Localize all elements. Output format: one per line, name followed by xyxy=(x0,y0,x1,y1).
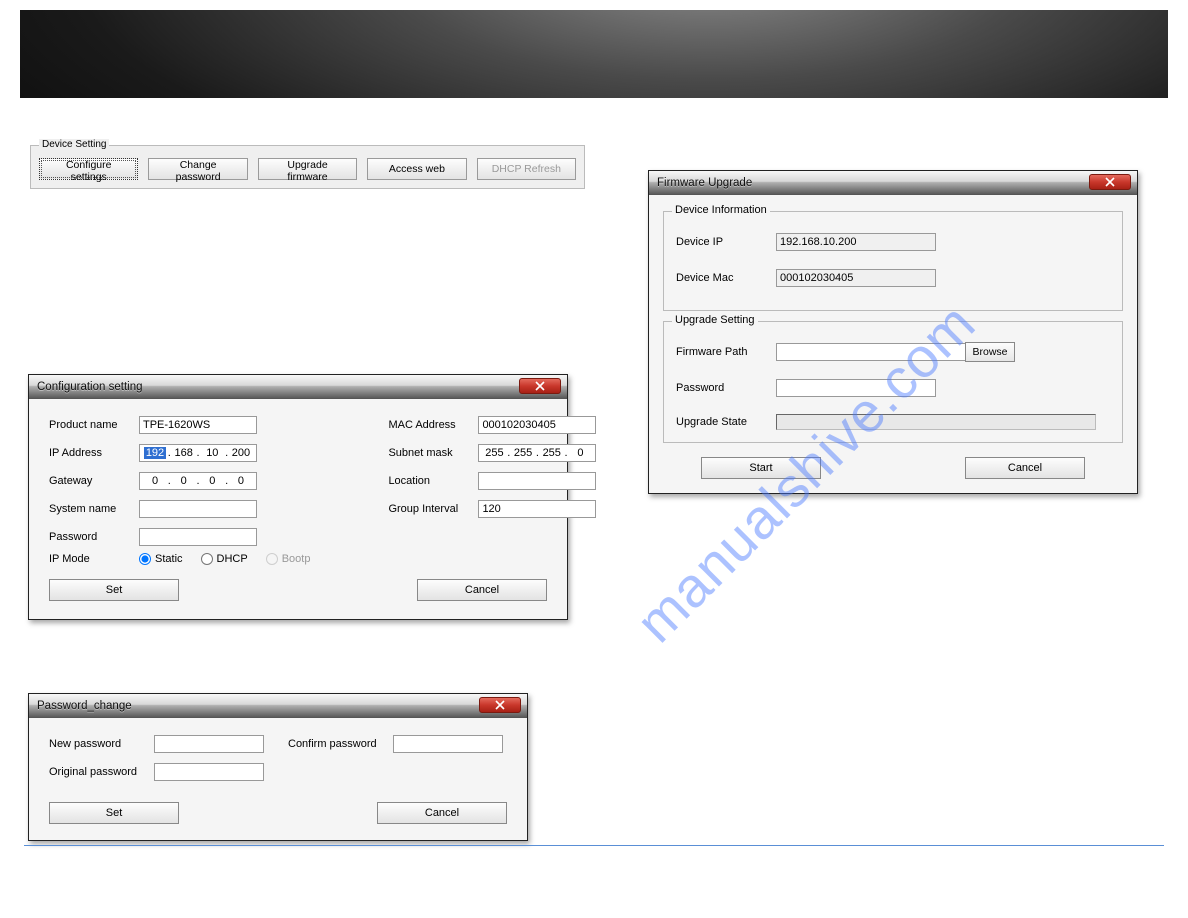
upgrade-state-label: Upgrade State xyxy=(676,416,776,428)
gw-octet-3[interactable]: 0 xyxy=(201,475,223,487)
start-button[interactable]: Start xyxy=(701,457,821,479)
location-label: Location xyxy=(388,475,478,487)
device-information-group: Device Information Device IP 192.168.10.… xyxy=(663,211,1123,311)
upgrade-firmware-button[interactable]: Upgrade firmware xyxy=(258,158,357,180)
close-icon[interactable] xyxy=(519,378,561,394)
fw-titlebar[interactable]: Firmware Upgrade xyxy=(649,171,1137,195)
product-name-input[interactable] xyxy=(139,416,257,434)
set-button[interactable]: Set xyxy=(49,579,179,601)
upgrade-state-progress xyxy=(776,414,1096,430)
configuration-setting-window: Configuration setting Product name IP Ad… xyxy=(28,374,568,620)
group-interval-label: Group Interval xyxy=(388,503,478,515)
fw-password-label: Password xyxy=(676,382,776,394)
ip-octet-2[interactable]: 168 xyxy=(173,447,195,459)
firmware-path-input[interactable] xyxy=(776,343,966,361)
device-ip-field: 192.168.10.200 xyxy=(776,233,936,251)
cancel-button[interactable]: Cancel xyxy=(417,579,547,601)
system-name-label: System name xyxy=(49,503,139,515)
ip-mode-label: IP Mode xyxy=(49,553,139,565)
ip-mode-dhcp-radio[interactable] xyxy=(201,553,213,565)
pw-title: Password_change xyxy=(37,700,132,712)
password-label: Password xyxy=(49,531,139,543)
gateway-label: Gateway xyxy=(49,475,139,487)
gateway-input[interactable]: 0. 0. 0. 0 xyxy=(139,472,257,490)
device-mac-label: Device Mac xyxy=(676,272,776,284)
configure-settings-button[interactable]: Configure settings xyxy=(39,158,138,180)
password-change-window: Password_change New password Original pa… xyxy=(28,693,528,841)
sn-octet-1[interactable]: 255 xyxy=(483,447,505,459)
mac-address-label: MAC Address xyxy=(388,419,478,431)
config-title: Configuration setting xyxy=(37,381,142,393)
browse-button[interactable]: Browse xyxy=(965,342,1015,362)
original-password-label: Original password xyxy=(49,766,154,778)
gw-octet-4[interactable]: 0 xyxy=(230,475,252,487)
subnet-mask-input[interactable]: 255. 255. 255. 0 xyxy=(478,444,596,462)
device-information-legend: Device Information xyxy=(672,204,770,216)
ip-mode-bootp-text: Bootp xyxy=(282,553,311,565)
ip-octet-4[interactable]: 200 xyxy=(230,447,252,459)
firmware-path-label: Firmware Path xyxy=(676,346,776,358)
ip-octet-3[interactable]: 10 xyxy=(201,447,223,459)
cancel-button[interactable]: Cancel xyxy=(965,457,1085,479)
access-web-button[interactable]: Access web xyxy=(367,158,466,180)
confirm-password-label: Confirm password xyxy=(288,738,393,750)
close-icon[interactable] xyxy=(479,697,521,713)
gw-octet-1[interactable]: 0 xyxy=(144,475,166,487)
device-setting-legend: Device Setting xyxy=(39,139,109,150)
new-password-input[interactable] xyxy=(154,735,264,753)
header-banner xyxy=(20,10,1168,98)
ip-mode-bootp-radio xyxy=(266,553,278,565)
ip-mode-static-text: Static xyxy=(155,553,183,565)
subnet-mask-label: Subnet mask xyxy=(388,447,478,459)
sn-octet-3[interactable]: 255 xyxy=(541,447,563,459)
cancel-button[interactable]: Cancel xyxy=(377,802,507,824)
group-interval-input[interactable] xyxy=(478,500,596,518)
firmware-upgrade-window: Firmware Upgrade Device Information Devi… xyxy=(648,170,1138,494)
confirm-password-input[interactable] xyxy=(393,735,503,753)
set-button[interactable]: Set xyxy=(49,802,179,824)
mac-address-input[interactable] xyxy=(478,416,596,434)
ip-mode-dhcp[interactable]: DHCP xyxy=(201,553,248,565)
ip-mode-bootp: Bootp xyxy=(266,553,311,565)
ip-address-input[interactable]: 192. 168. 10. 200 xyxy=(139,444,257,462)
gw-octet-2[interactable]: 0 xyxy=(173,475,195,487)
ip-octet-1[interactable]: 192 xyxy=(144,447,166,459)
product-name-label: Product name xyxy=(49,419,139,431)
password-input[interactable] xyxy=(139,528,257,546)
footer-divider xyxy=(24,845,1164,846)
device-ip-label: Device IP xyxy=(676,236,776,248)
upgrade-setting-group: Upgrade Setting Firmware Path Browse Pas… xyxy=(663,321,1123,443)
fw-title: Firmware Upgrade xyxy=(657,177,752,189)
sn-octet-2[interactable]: 255 xyxy=(512,447,534,459)
device-mac-field: 000102030405 xyxy=(776,269,936,287)
pw-titlebar[interactable]: Password_change xyxy=(29,694,527,718)
location-input[interactable] xyxy=(478,472,596,490)
dhcp-refresh-button[interactable]: DHCP Refresh xyxy=(477,158,576,180)
upgrade-setting-legend: Upgrade Setting xyxy=(672,314,758,326)
change-password-button[interactable]: Change password xyxy=(148,158,247,180)
ip-mode-dhcp-text: DHCP xyxy=(217,553,248,565)
ip-mode-static[interactable]: Static xyxy=(139,553,183,565)
config-titlebar[interactable]: Configuration setting xyxy=(29,375,567,399)
sn-octet-4[interactable]: 0 xyxy=(569,447,591,459)
ip-mode-static-radio[interactable] xyxy=(139,553,151,565)
close-icon[interactable] xyxy=(1089,174,1131,190)
system-name-input[interactable] xyxy=(139,500,257,518)
original-password-input[interactable] xyxy=(154,763,264,781)
device-setting-groupbox: Device Setting Configure settings Change… xyxy=(30,145,585,189)
new-password-label: New password xyxy=(49,738,154,750)
ip-address-label: IP Address xyxy=(49,447,139,459)
fw-password-input[interactable] xyxy=(776,379,936,397)
